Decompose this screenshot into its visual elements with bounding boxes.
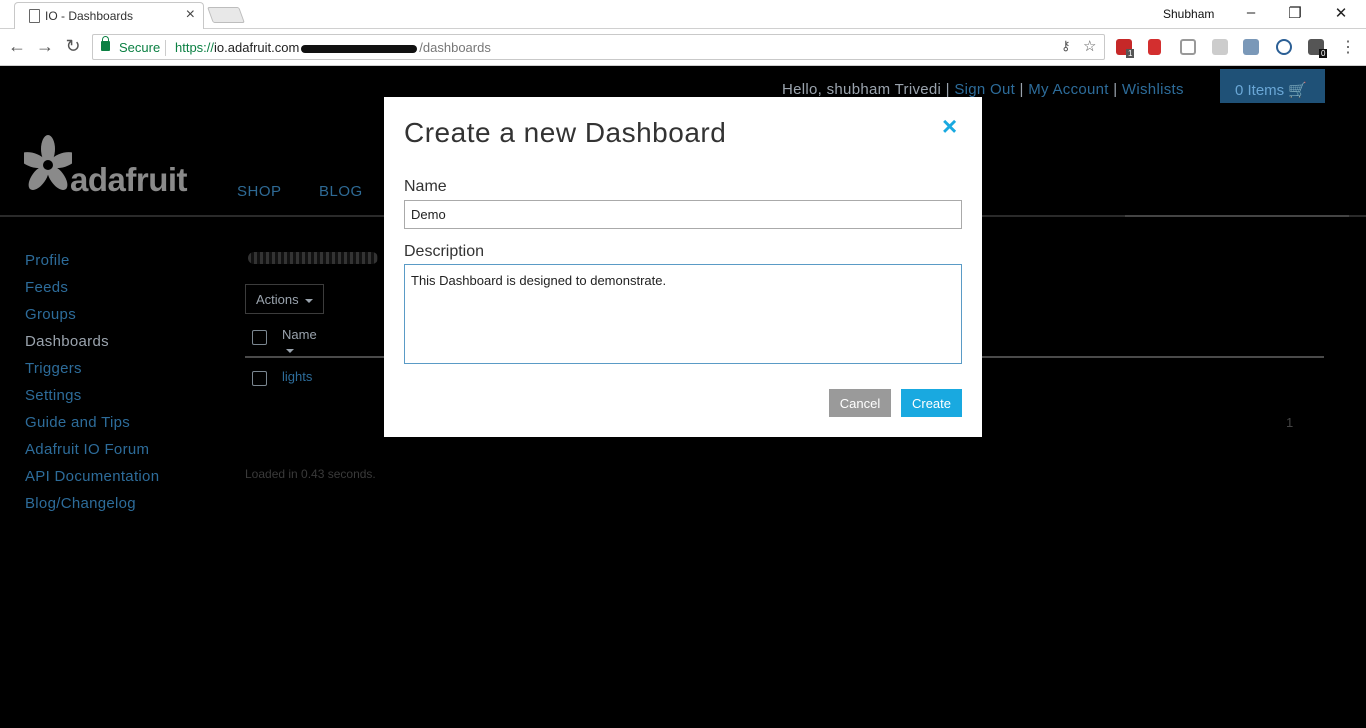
pdf-extension-icon[interactable] [1212, 39, 1228, 55]
close-tab-icon[interactable]: × [186, 6, 195, 24]
sidebar-item-dashboards[interactable]: Dashboards [25, 333, 159, 360]
nav-blog[interactable]: BLOG [319, 183, 363, 200]
key-icon[interactable]: ⚷ [1061, 38, 1071, 54]
row-checkbox[interactable] [252, 371, 267, 386]
description-label: Description [404, 243, 485, 260]
secure-label: Secure [119, 40, 161, 55]
sidebar-item-api-docs[interactable]: API Documentation [25, 468, 159, 495]
tab-title: IO - Dashboards [45, 9, 134, 23]
sign-out-link[interactable]: Sign Out [954, 81, 1015, 98]
column-header-label: Name [282, 327, 317, 342]
page-number[interactable]: 1 [1286, 415, 1293, 430]
minimize-icon[interactable]: – [1236, 4, 1266, 21]
bookmark-extension-icon[interactable] [1148, 39, 1161, 55]
new-tab-button[interactable] [207, 7, 245, 23]
description-field[interactable]: This Dashboard is designed to demonstrat… [404, 264, 962, 364]
divider [165, 40, 166, 56]
close-icon[interactable]: × [942, 111, 957, 142]
copy-extension-icon[interactable] [1180, 39, 1196, 55]
browser-toolbar: ← → ↻ Secure https://io.adafruit.com/das… [0, 29, 1366, 66]
actions-dropdown[interactable]: Actions [245, 284, 324, 314]
column-header-name[interactable]: Name [282, 327, 317, 357]
breadcrumb [248, 252, 378, 264]
create-dashboard-dialog: Create a new Dashboard × Name Descriptio… [384, 97, 982, 437]
wishlists-link[interactable]: Wishlists [1122, 81, 1184, 98]
actions-label: Actions [256, 292, 299, 307]
adblock-badge: 1 [1126, 49, 1135, 58]
restore-icon[interactable]: ❐ [1280, 4, 1310, 22]
my-account-link[interactable]: My Account [1028, 81, 1109, 98]
header-divider-accent [1125, 215, 1349, 217]
bookmark-star-icon[interactable]: ☆ [1083, 37, 1096, 55]
address-bar[interactable]: Secure https://io.adafruit.com/dashboard… [92, 34, 1105, 60]
sidebar: Profile Feeds Groups Dashboards Triggers… [25, 252, 159, 522]
page-icon [29, 9, 40, 23]
cart-button[interactable]: 0 Items 🛒 [1220, 69, 1325, 103]
account-links: Hello, shubham Trivedi | Sign Out | My A… [782, 81, 1184, 98]
redacted-mark [301, 44, 418, 53]
name-field[interactable] [404, 200, 962, 229]
back-icon[interactable]: ← [6, 36, 28, 57]
select-all-checkbox[interactable] [252, 330, 267, 345]
url-host: io.adafruit.com [214, 40, 300, 55]
table-row-link[interactable]: lights [282, 369, 312, 384]
flower-icon [19, 135, 77, 190]
sidebar-item-changelog[interactable]: Blog/Changelog [25, 495, 159, 522]
browser-tab[interactable]: IO - Dashboards × [14, 2, 204, 29]
cancel-button[interactable]: Cancel [829, 389, 891, 417]
adafruit-logo[interactable]: adafruit [19, 135, 188, 200]
sidebar-item-settings[interactable]: Settings [25, 387, 159, 414]
close-window-icon[interactable]: ✕ [1326, 4, 1356, 22]
profile-name[interactable]: Shubham [1163, 7, 1214, 21]
url-text[interactable]: https://io.adafruit.com/dashboards [175, 40, 491, 55]
sidebar-item-feeds[interactable]: Feeds [25, 279, 159, 306]
cart-icon: 🛒 [1288, 82, 1308, 99]
greeting-text: Hello, shubham Trivedi [782, 81, 942, 98]
name-label: Name [404, 178, 447, 195]
browser-menu-icon[interactable]: ⋮ [1340, 37, 1356, 57]
sidebar-item-guide[interactable]: Guide and Tips [25, 414, 159, 441]
nav-shop[interactable]: SHOP [237, 183, 282, 200]
sort-icon [286, 348, 294, 353]
ghostery-badge: 0 [1319, 49, 1328, 58]
url-path: /dashboards [419, 40, 491, 55]
url-protocol: https:// [175, 40, 215, 55]
create-button[interactable]: Create [901, 389, 962, 417]
forward-icon[interactable]: → [34, 36, 56, 57]
load-time-text: Loaded in 0.43 seconds. [245, 467, 376, 481]
sidebar-item-forum[interactable]: Adafruit IO Forum [25, 441, 159, 468]
sidebar-item-profile[interactable]: Profile [25, 252, 159, 279]
browser-tab-strip: IO - Dashboards × Shubham – ❐ ✕ [0, 0, 1366, 29]
chevron-down-icon [304, 298, 313, 303]
sidebar-item-triggers[interactable]: Triggers [25, 360, 159, 387]
reload-icon[interactable]: ↻ [62, 36, 84, 57]
screenshot-extension-icon[interactable] [1243, 39, 1259, 55]
lock-icon [101, 36, 110, 51]
cart-label: 0 Items [1235, 82, 1285, 99]
logo-text: adafruit [70, 161, 188, 198]
sidebar-item-groups[interactable]: Groups [25, 306, 159, 333]
dialog-title: Create a new Dashboard [404, 117, 727, 148]
play-extension-icon[interactable] [1276, 39, 1292, 55]
